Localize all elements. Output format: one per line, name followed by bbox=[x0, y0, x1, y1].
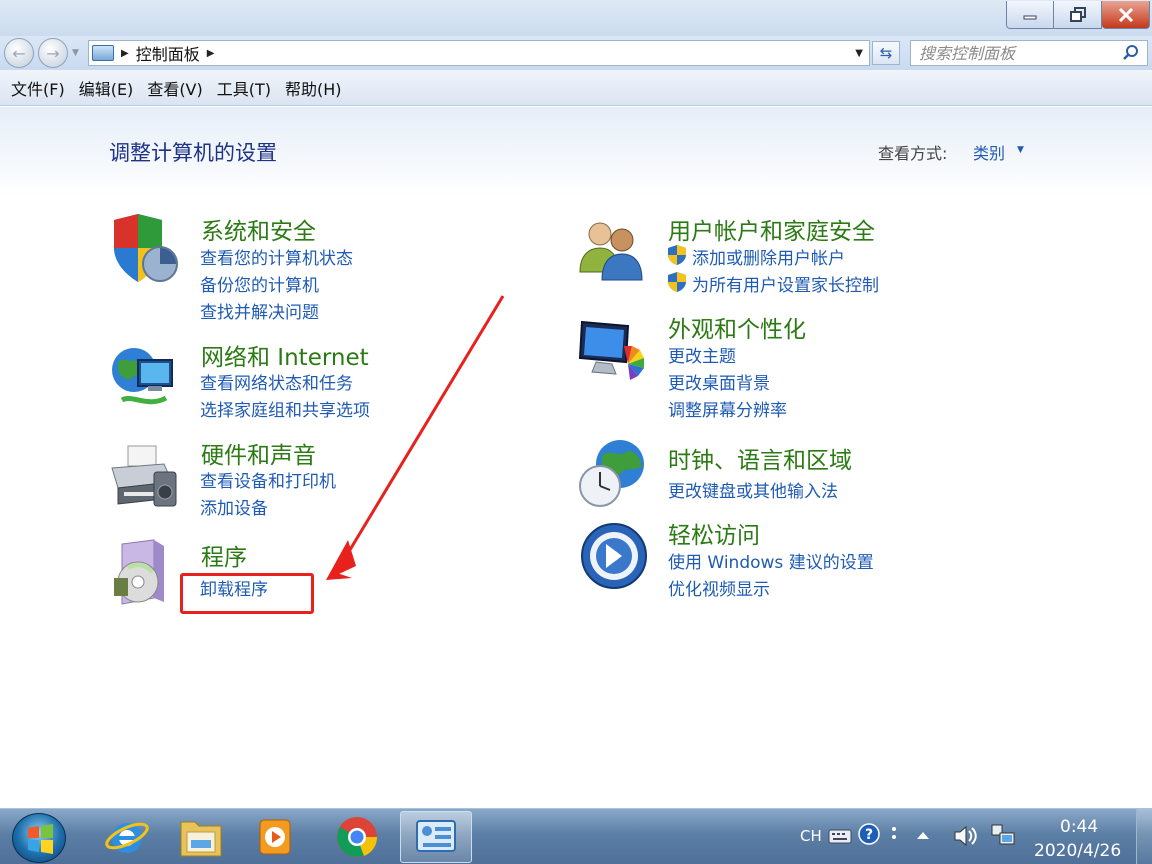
minimize-button[interactable] bbox=[1006, 1, 1054, 29]
breadcrumb-control-panel[interactable]: 控制面板 bbox=[136, 41, 200, 65]
window-controls bbox=[1006, 1, 1150, 29]
uac-shield-icon bbox=[668, 245, 686, 265]
link-parental-controls[interactable]: 为所有用户设置家长控制 bbox=[692, 271, 879, 296]
link-network-status[interactable]: 查看网络状态和任务 bbox=[200, 369, 353, 394]
link-change-background[interactable]: 更改桌面背景 bbox=[668, 369, 770, 394]
search-icon[interactable] bbox=[1121, 43, 1141, 63]
menu-tools[interactable]: 工具(T) bbox=[210, 76, 278, 100]
category-hardware-sound[interactable]: 硬件和声音 bbox=[201, 436, 316, 470]
control-panel-icon bbox=[92, 45, 114, 61]
taskbar-media-player[interactable] bbox=[242, 811, 308, 863]
taskbar-explorer[interactable] bbox=[168, 811, 234, 863]
view-by-dropdown[interactable]: 类别 bbox=[973, 140, 1005, 164]
monitor-palette-icon[interactable] bbox=[576, 314, 648, 386]
printer-icon[interactable] bbox=[108, 442, 180, 514]
users-icon[interactable] bbox=[576, 214, 648, 286]
menu-edit[interactable]: 编辑(E) bbox=[72, 76, 141, 100]
highlight-box bbox=[180, 573, 314, 614]
restore-icon bbox=[1069, 6, 1086, 22]
link-homegroup-sharing[interactable]: 选择家庭组和共享选项 bbox=[200, 396, 370, 421]
link-troubleshoot[interactable]: 查找并解决问题 bbox=[200, 298, 319, 323]
chrome-icon bbox=[337, 817, 378, 857]
restore-button[interactable] bbox=[1054, 1, 1102, 29]
volume-icon[interactable] bbox=[952, 823, 978, 849]
link-add-device[interactable]: 添加设备 bbox=[200, 494, 268, 519]
link-change-keyboard[interactable]: 更改键盘或其他输入法 bbox=[668, 477, 838, 502]
chevron-down-icon[interactable]: ▼ bbox=[1017, 145, 1024, 155]
clock-date[interactable]: 2020/4/26 bbox=[1034, 841, 1121, 861]
category-network-internet[interactable]: 网络和 Internet bbox=[201, 338, 369, 372]
security-shield-icon[interactable] bbox=[108, 212, 180, 284]
windows-logo-icon bbox=[28, 824, 53, 854]
uac-shield-icon bbox=[668, 272, 686, 292]
link-devices-printers[interactable]: 查看设备和打印机 bbox=[200, 467, 336, 492]
window-titlebar bbox=[0, 0, 1152, 36]
close-icon bbox=[1118, 7, 1133, 22]
menu-bar: 文件(F) 编辑(E) 查看(V) 工具(T) 帮助(H) bbox=[0, 70, 1152, 106]
network-icon[interactable] bbox=[990, 823, 1016, 849]
link-change-theme[interactable]: 更改主题 bbox=[668, 342, 736, 367]
back-button[interactable]: ← bbox=[4, 38, 34, 68]
back-arrow-icon: ← bbox=[12, 43, 26, 63]
folder-icon bbox=[180, 821, 222, 857]
page-title: 调整计算机的设置 bbox=[109, 141, 277, 165]
link-windows-recommended[interactable]: 使用 Windows 建议的设置 bbox=[668, 548, 874, 573]
link-view-computer-status[interactable]: 查看您的计算机状态 bbox=[200, 244, 353, 269]
internet-explorer-icon bbox=[105, 822, 149, 853]
recent-pages-dropdown[interactable]: ▼ bbox=[72, 48, 79, 58]
search-box[interactable] bbox=[910, 40, 1148, 66]
address-dropdown-icon[interactable]: ▼ bbox=[855, 48, 863, 59]
link-add-remove-users[interactable]: 添加或删除用户帐户 bbox=[692, 244, 845, 269]
link-backup-computer[interactable]: 备份您的计算机 bbox=[200, 271, 319, 296]
category-ease-of-access[interactable]: 轻松访问 bbox=[668, 516, 760, 550]
category-system-security[interactable]: 系统和安全 bbox=[201, 212, 316, 246]
control-panel-icon bbox=[416, 820, 456, 852]
help-icon[interactable]: ? bbox=[858, 823, 880, 845]
forward-arrow-icon: → bbox=[46, 43, 60, 63]
start-button[interactable] bbox=[12, 813, 66, 863]
menu-file[interactable]: 文件(F) bbox=[4, 76, 72, 100]
category-programs[interactable]: 程序 bbox=[201, 538, 247, 572]
input-language-indicator[interactable]: CH bbox=[800, 827, 822, 845]
show-desktop-button[interactable] bbox=[1136, 809, 1152, 864]
search-input[interactable] bbox=[911, 42, 1111, 64]
taskbar-chrome[interactable] bbox=[324, 811, 390, 863]
breadcrumb-separator-icon[interactable]: ▶ bbox=[207, 48, 215, 59]
forward-button[interactable]: → bbox=[38, 38, 68, 68]
menu-help[interactable]: 帮助(H) bbox=[278, 76, 349, 100]
show-hidden-icons-icon[interactable] bbox=[916, 829, 930, 841]
navigation-bar: ← → ▼ ▶ 控制面板 ▶ ▼ ⇆ bbox=[0, 36, 1152, 70]
category-user-accounts[interactable]: 用户帐户和家庭安全 bbox=[668, 212, 875, 246]
clock-time[interactable]: 0:44 bbox=[1060, 817, 1098, 837]
close-button[interactable] bbox=[1102, 1, 1150, 29]
link-screen-resolution[interactable]: 调整屏幕分辨率 bbox=[668, 396, 787, 421]
refresh-button[interactable]: ⇆ bbox=[872, 41, 900, 65]
svg-text:?: ? bbox=[865, 827, 873, 843]
clock-globe-icon[interactable] bbox=[576, 438, 648, 510]
address-bar[interactable]: ▶ 控制面板 ▶ ▼ bbox=[88, 40, 870, 66]
network-globe-icon[interactable] bbox=[108, 342, 180, 414]
taskbar-ie[interactable] bbox=[94, 811, 160, 863]
ease-of-access-icon[interactable] bbox=[576, 520, 648, 592]
breadcrumb-separator-icon[interactable]: ▶ bbox=[121, 48, 129, 59]
category-appearance[interactable]: 外观和个性化 bbox=[668, 310, 806, 344]
ime-settings-icon[interactable] bbox=[888, 823, 900, 845]
menu-view[interactable]: 查看(V) bbox=[140, 76, 209, 100]
minimize-icon bbox=[1023, 15, 1037, 19]
category-clock-language[interactable]: 时钟、语言和区域 bbox=[668, 441, 852, 475]
link-optimize-display[interactable]: 优化视频显示 bbox=[668, 575, 770, 600]
media-player-icon bbox=[259, 819, 291, 855]
taskbar: CH ? 0:44 2020/4/26 bbox=[0, 808, 1152, 864]
view-by-label: 查看方式: bbox=[878, 144, 948, 163]
keyboard-icon[interactable] bbox=[828, 827, 852, 845]
programs-box-icon[interactable] bbox=[108, 538, 180, 610]
refresh-icon: ⇆ bbox=[879, 44, 893, 62]
taskbar-control-panel[interactable] bbox=[400, 811, 472, 863]
